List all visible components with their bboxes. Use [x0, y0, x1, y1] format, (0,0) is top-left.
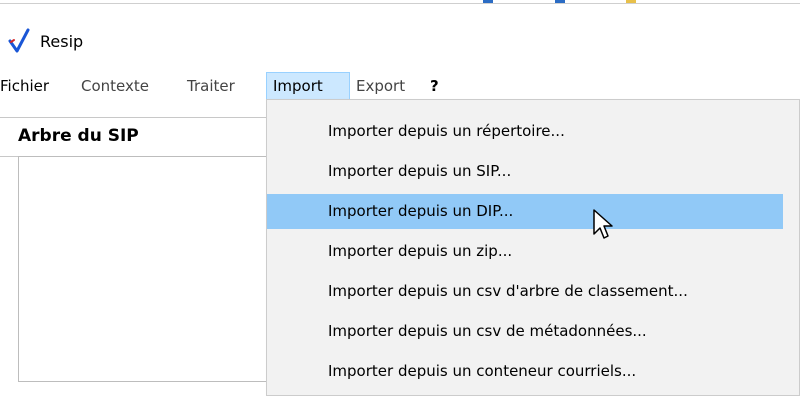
- menu-item-import-sip[interactable]: Importer depuis un SIP...: [267, 154, 783, 189]
- menu-help[interactable]: ?: [430, 72, 439, 100]
- decoration-yellow: [626, 0, 636, 3]
- divider: [0, 3, 800, 4]
- sip-tree-view[interactable]: [18, 156, 269, 382]
- menu-bar: Fichier Contexte Traiter Import Export ?: [0, 72, 800, 100]
- menu-item-import-csv-tree[interactable]: Importer depuis un csv d'arbre de classe…: [267, 274, 783, 309]
- menu-item-import-directory[interactable]: Importer depuis un répertoire...: [267, 114, 783, 149]
- menu-traiter[interactable]: Traiter: [187, 72, 235, 100]
- window-top-edge: [0, 0, 800, 10]
- menu-item-import-mail-container[interactable]: Importer depuis un conteneur courriels..…: [267, 354, 783, 389]
- mouse-pointer-icon: [593, 209, 613, 239]
- panel-title: Arbre du SIP: [18, 126, 139, 146]
- checkmark-logo-icon: [8, 28, 30, 53]
- menu-export[interactable]: Export: [356, 72, 405, 100]
- menu-contexte[interactable]: Contexte: [81, 72, 149, 100]
- menu-item-import-csv-metadata[interactable]: Importer depuis un csv de métadonnées...: [267, 314, 783, 349]
- menu-item-import-dip[interactable]: Importer depuis un DIP...: [267, 194, 783, 229]
- decoration-blue: [555, 0, 565, 3]
- import-dropdown-menu: Importer depuis un répertoire... Importe…: [266, 99, 800, 396]
- sip-tree-header: Arbre du SIP: [0, 117, 267, 157]
- menu-item-import-zip[interactable]: Importer depuis un zip...: [267, 234, 783, 269]
- decoration-blue: [483, 0, 493, 3]
- window-title: Resip: [40, 32, 84, 51]
- menu-fichier[interactable]: Fichier: [0, 72, 49, 100]
- menu-import[interactable]: Import: [266, 72, 350, 100]
- title-bar: Resip: [0, 22, 800, 62]
